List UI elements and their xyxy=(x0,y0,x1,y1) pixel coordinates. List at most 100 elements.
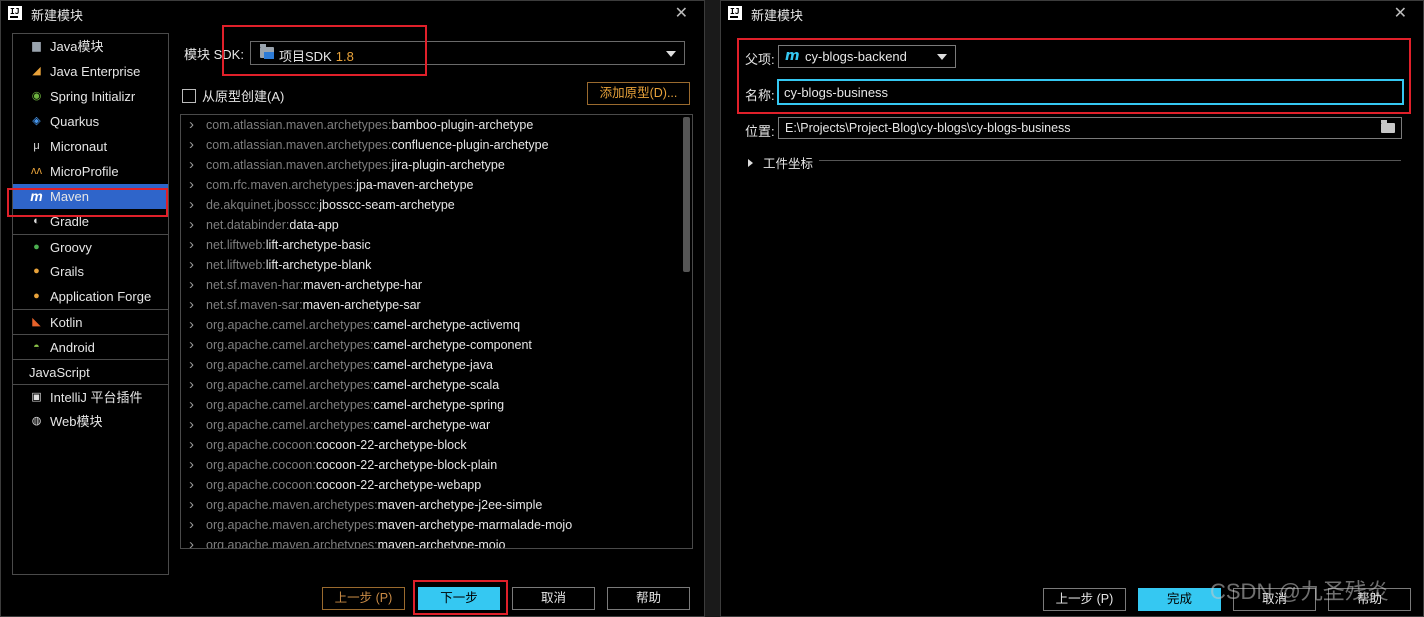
help-button[interactable]: 帮助 xyxy=(607,587,690,610)
chevron-right-icon: › xyxy=(189,496,194,513)
archetype-group: org.apache.camel.archetypes: xyxy=(206,378,374,392)
sidebar-item[interactable]: ◢ Java Enterprise xyxy=(13,59,168,84)
archetype-group: org.apache.maven.archetypes: xyxy=(206,538,378,549)
archetype-group: com.atlassian.maven.archetypes: xyxy=(206,138,392,152)
close-icon[interactable]: ✕ xyxy=(675,3,688,23)
archetype-artifact: jpa-maven-archetype xyxy=(356,178,474,192)
spring-icon: ◉ xyxy=(31,90,42,102)
archetype-artifact: cocoon-22-archetype-block xyxy=(315,438,467,452)
sidebar-item-label: Web模块 xyxy=(50,414,103,429)
archetype-group: net.liftweb: xyxy=(206,238,266,252)
archetype-item[interactable]: › net.liftweb:lift-archetype-basic xyxy=(181,235,692,255)
sidebar-item[interactable]: ◓ Android xyxy=(13,334,168,359)
sdk-version: 1.8 xyxy=(335,49,354,64)
archetype-item[interactable]: › com.atlassian.maven.archetypes:confluen… xyxy=(181,135,692,155)
sidebar-item[interactable]: ◣ Kotlin xyxy=(13,309,168,334)
sidebar-item[interactable]: ◉ Spring Initializr xyxy=(13,84,168,109)
sidebar-item[interactable]: μ Micronaut xyxy=(13,134,168,159)
archetype-artifact: lift-archetype-basic xyxy=(265,238,371,252)
divider xyxy=(819,160,1401,161)
archetype-artifact: maven-archetype-marmalade-mojo xyxy=(377,518,573,532)
sidebar-item[interactable]: ● Groovy xyxy=(13,234,168,259)
cancel-button[interactable]: 取消 xyxy=(512,587,595,610)
location-label: 位置: xyxy=(745,124,775,139)
archetype-item[interactable]: › net.liftweb:lift-archetype-blank xyxy=(181,255,692,275)
archetype-item[interactable]: › com.atlassian.maven.archetypes:jira-plu… xyxy=(181,155,692,175)
sidebar-item-label: Java模块 xyxy=(50,39,104,54)
archetype-item[interactable]: › org.apache.cocoon:cocoon-22-archetype-w… xyxy=(181,475,692,495)
sidebar-item[interactable]: m Maven xyxy=(13,184,168,209)
close-icon[interactable]: ✕ xyxy=(1394,3,1407,23)
micronaut-icon: μ xyxy=(33,140,40,152)
sidebar-item[interactable]: JavaScript xyxy=(13,359,168,384)
archetype-item[interactable]: › de.akquinet.jbosscc:jbosscc-seam-archet… xyxy=(181,195,692,215)
archetype-item[interactable]: › net.sf.maven-sar:maven-archetype-sar xyxy=(181,295,692,315)
archetype-item[interactable]: › org.apache.maven.archetypes:maven-arche… xyxy=(181,515,692,535)
location-input[interactable] xyxy=(778,117,1402,139)
sidebar-item[interactable]: ◈ Quarkus xyxy=(13,109,168,134)
next-button[interactable]: 下一步 xyxy=(418,587,500,610)
module-name-input[interactable] xyxy=(777,79,1404,105)
sidebar-item-label: MicroProfile xyxy=(50,164,119,179)
archetype-artifact: cocoon-22-archetype-webapp xyxy=(315,478,482,492)
archetype-item[interactable]: › com.atlassian.maven.archetypes:bamboo-p… xyxy=(181,115,692,135)
sidebar-item[interactable]: ● Application Forge xyxy=(13,284,168,309)
sidebar-item[interactable]: ▣ IntelliJ 平台插件 xyxy=(13,384,168,409)
archetype-group: org.apache.camel.archetypes: xyxy=(206,358,374,372)
add-archetype-button[interactable]: 添加原型(D)... xyxy=(587,82,690,105)
archetype-item[interactable]: › org.apache.maven.archetypes:maven-arche… xyxy=(181,535,692,549)
prev-button-right[interactable]: 上一步 (P) xyxy=(1043,588,1126,611)
archetype-item[interactable]: › net.databinder:data-app xyxy=(181,215,692,235)
chevron-right-icon: › xyxy=(189,216,194,233)
cancel-button-right[interactable]: 取消 xyxy=(1233,588,1316,611)
archetype-group: org.apache.camel.archetypes: xyxy=(206,318,374,332)
archetype-item[interactable]: › org.apache.camel.archetypes:camel-arche… xyxy=(181,355,692,375)
archetype-item[interactable]: › org.apache.camel.archetypes:camel-arche… xyxy=(181,335,692,355)
chevron-right-icon: › xyxy=(189,376,194,393)
archetype-item[interactable]: › org.apache.camel.archetypes:camel-arche… xyxy=(181,415,692,435)
archetype-artifact: maven-archetype-j2ee-simple xyxy=(377,498,543,512)
chevron-right-icon: › xyxy=(189,516,194,533)
create-from-archetype-label: 从原型创建(A) xyxy=(202,89,285,104)
finish-button[interactable]: 完成 xyxy=(1138,588,1221,611)
archetype-item[interactable]: › org.apache.camel.archetypes:camel-arche… xyxy=(181,375,692,395)
module-type-sidebar: ▆ Java模块 ◢ Java Enterprise ◉ Spring Initializ… xyxy=(12,33,169,575)
chevron-right-icon: › xyxy=(189,116,194,133)
sidebar-item[interactable]: ◐ Gradle xyxy=(13,209,168,234)
archetype-group: net.databinder: xyxy=(206,218,290,232)
archetype-item[interactable]: › org.apache.cocoon:cocoon-22-archetype-b… xyxy=(181,455,692,475)
parent-dropdown[interactable]: m cy-blogs-backend xyxy=(778,45,956,68)
gradle-icon: ◐ xyxy=(33,215,40,227)
artifact-coords-toggle[interactable]: 工件坐标 xyxy=(748,153,813,172)
sidebar-item[interactable]: ◍ Web模块 xyxy=(13,409,168,434)
archetype-group: net.sf.maven-sar: xyxy=(206,298,303,312)
java-enterprise-icon: ◢ xyxy=(32,65,41,77)
archetype-item[interactable]: › com.rfc.maven.archetypes:jpa-maven-arch… xyxy=(181,175,692,195)
sdk-folder-icon xyxy=(260,44,274,59)
archetype-artifact: jira-plugin-archetype xyxy=(391,158,505,172)
archetype-list-scrollbar[interactable] xyxy=(683,117,690,272)
archetype-artifact: lift-archetype-blank xyxy=(265,258,372,272)
archetype-group: org.apache.maven.archetypes: xyxy=(206,518,378,532)
archetype-item[interactable]: › org.apache.maven.archetypes:maven-arche… xyxy=(181,495,692,515)
sdk-dropdown[interactable]: 项目SDK 1.8 xyxy=(250,41,685,65)
chevron-right-icon: › xyxy=(189,436,194,453)
sidebar-item[interactable]: ● Grails xyxy=(13,259,168,284)
sidebar-item-label: IntelliJ 平台插件 xyxy=(50,390,143,405)
sidebar-item-label: Gradle xyxy=(50,214,90,229)
chevron-right-icon: › xyxy=(189,276,194,293)
dialog-title: 新建模块 xyxy=(31,8,84,23)
archetype-item[interactable]: › org.apache.cocoon:cocoon-22-archetype-b… xyxy=(181,435,692,455)
maven-icon: m xyxy=(30,188,43,204)
sidebar-item[interactable]: ▆ Java模块 xyxy=(13,34,168,59)
prev-button[interactable]: 上一步 (P) xyxy=(322,587,405,610)
quarkus-icon: ◈ xyxy=(32,115,41,127)
browse-folder-icon[interactable] xyxy=(1381,120,1395,133)
help-button-right[interactable]: 帮助 xyxy=(1328,588,1411,611)
archetype-artifact: camel-archetype-war xyxy=(373,418,491,432)
archetype-item[interactable]: › org.apache.camel.archetypes:camel-arche… xyxy=(181,395,692,415)
create-from-archetype-checkbox[interactable] xyxy=(182,88,196,103)
archetype-item[interactable]: › org.apache.camel.archetypes:camel-arche… xyxy=(181,315,692,335)
archetype-item[interactable]: › net.sf.maven-har:maven-archetype-har xyxy=(181,275,692,295)
sidebar-item[interactable]: ᴧᴧ MicroProfile xyxy=(13,159,168,184)
